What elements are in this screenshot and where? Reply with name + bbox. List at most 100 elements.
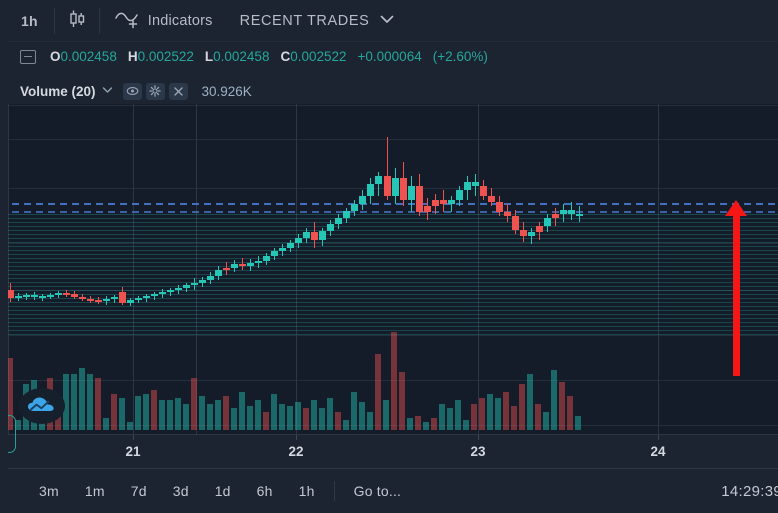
go-to-button[interactable]: Go to...: [341, 469, 415, 513]
candlestick-body: [568, 210, 575, 214]
volume-bar: [87, 374, 93, 430]
volume-title[interactable]: Volume (20): [20, 84, 96, 99]
candlestick-body: [151, 294, 158, 296]
ohlc-high-label: H: [127, 49, 138, 64]
range-button-1d[interactable]: 1d: [202, 469, 244, 513]
candlestick-body: [111, 297, 118, 299]
cloud-mountain-logo-icon: [19, 388, 65, 424]
candlestick-body: [15, 296, 22, 298]
candlestick-body: [95, 300, 102, 302]
close-icon[interactable]: [168, 82, 188, 100]
candlestick-body: [480, 186, 487, 196]
horizontal-gridline-1: [0, 139, 778, 140]
volume-bar: [319, 408, 325, 430]
chart-plot-area[interactable]: [0, 104, 778, 434]
x-axis-tick-label: 24: [650, 444, 666, 459]
candlestick-body: [552, 214, 559, 218]
candlestick-body: [528, 232, 535, 236]
volume-bar: [407, 418, 413, 430]
volume-bar: [287, 406, 293, 430]
candlestick-body: [560, 210, 567, 214]
candlestick-body: [343, 211, 350, 218]
volume-bar: [423, 422, 429, 430]
range-button-1m[interactable]: 1m: [72, 469, 118, 513]
indicator-cloud-band: [0, 214, 778, 336]
x-axis-tick-mark: [658, 435, 659, 440]
minus-box-icon[interactable]: [20, 49, 36, 64]
candlestick-body: [488, 196, 495, 202]
candlestick-body: [47, 295, 54, 297]
range-button-1h[interactable]: 1h: [286, 469, 328, 513]
candlestick-body: [416, 186, 423, 212]
candlestick-body: [223, 268, 230, 270]
chevron-down-icon[interactable]: [102, 85, 113, 97]
volume-bar: [247, 406, 253, 430]
candlestick-body: [159, 292, 166, 294]
candlestick-body: [191, 283, 198, 285]
volume-bar: [511, 406, 517, 430]
candlestick-body: [71, 294, 78, 297]
volume-bar: [231, 408, 237, 430]
candlestick-body: [448, 200, 455, 204]
volume-bar: [239, 392, 245, 430]
candlestick-body: [79, 297, 86, 299]
bottom-divider-1: [333, 481, 335, 501]
x-axis-tick-mark: [296, 435, 297, 440]
candlestick-body: [231, 264, 238, 268]
candlestick-body: [39, 296, 46, 298]
gear-icon[interactable]: [145, 82, 165, 100]
volume-bar: [551, 370, 557, 430]
volume-bar: [103, 418, 109, 430]
volume-bar: [415, 416, 421, 430]
volume-bar: [447, 408, 453, 430]
volume-bar: [311, 400, 317, 430]
volume-bar: [111, 394, 117, 430]
ohlc-high-value: 0.002522: [137, 49, 194, 64]
range-buttons: 3m 1m 7d 3d 1d 6h 1h: [13, 469, 328, 513]
volume-value: 30.926K: [201, 83, 252, 99]
candlestick-body: [512, 216, 519, 230]
volume-bar: [535, 404, 541, 430]
candlestick-body: [143, 296, 150, 298]
ohlc-legend: O 0.002458 H 0.002522 L 0.002458 C 0.002522 …: [0, 43, 778, 70]
ohlc-low-value: 0.002458: [213, 49, 270, 64]
candlestick-body: [255, 261, 262, 263]
horizontal-gridline-0: [0, 105, 778, 106]
horizontal-gridline-6: [0, 380, 778, 381]
volume-bar: [167, 400, 173, 430]
candlestick-body: [247, 263, 254, 266]
volume-bar: [567, 396, 573, 430]
volume-bar: [495, 398, 501, 430]
dashed-level-line-0: [0, 203, 778, 205]
chevron-down-icon: [379, 13, 395, 29]
recent-trades-button[interactable]: RECENT TRADES: [224, 0, 407, 42]
indicators-wave-plus-icon: [114, 9, 140, 33]
range-button-6h[interactable]: 6h: [244, 469, 286, 513]
candlestick-body: [520, 230, 527, 236]
volume-bar: [519, 384, 525, 430]
volume-bar: [159, 400, 165, 430]
x-axis[interactable]: 21 22 23 24: [0, 434, 778, 468]
candle-wick: [530, 228, 532, 244]
indicators-button[interactable]: Indicators: [100, 0, 224, 42]
candlestick-body: [440, 200, 447, 204]
chart-type-button[interactable]: [55, 0, 99, 42]
volume-bar: [575, 416, 581, 430]
candlestick-icon: [66, 9, 88, 33]
volume-bar: [335, 412, 341, 430]
volume-bar: [191, 378, 197, 430]
volume-bar: [207, 404, 213, 430]
range-button-3d[interactable]: 3d: [160, 469, 202, 513]
interval-button[interactable]: 1h: [1, 0, 54, 42]
range-button-7d[interactable]: 7d: [118, 469, 160, 513]
eye-icon[interactable]: [122, 82, 142, 100]
red-arrow-shaft: [733, 212, 740, 376]
ohlc-close-value: 0.002522: [290, 49, 347, 64]
x-axis-tick-label: 21: [125, 444, 141, 459]
volume-bar: [135, 396, 141, 430]
clock-label[interactable]: 14:29:39: [721, 469, 778, 513]
range-button-3m[interactable]: 3m: [13, 469, 72, 513]
volume-bar: [559, 382, 565, 430]
volume-bar: [367, 412, 373, 430]
candlestick-body: [327, 224, 334, 231]
